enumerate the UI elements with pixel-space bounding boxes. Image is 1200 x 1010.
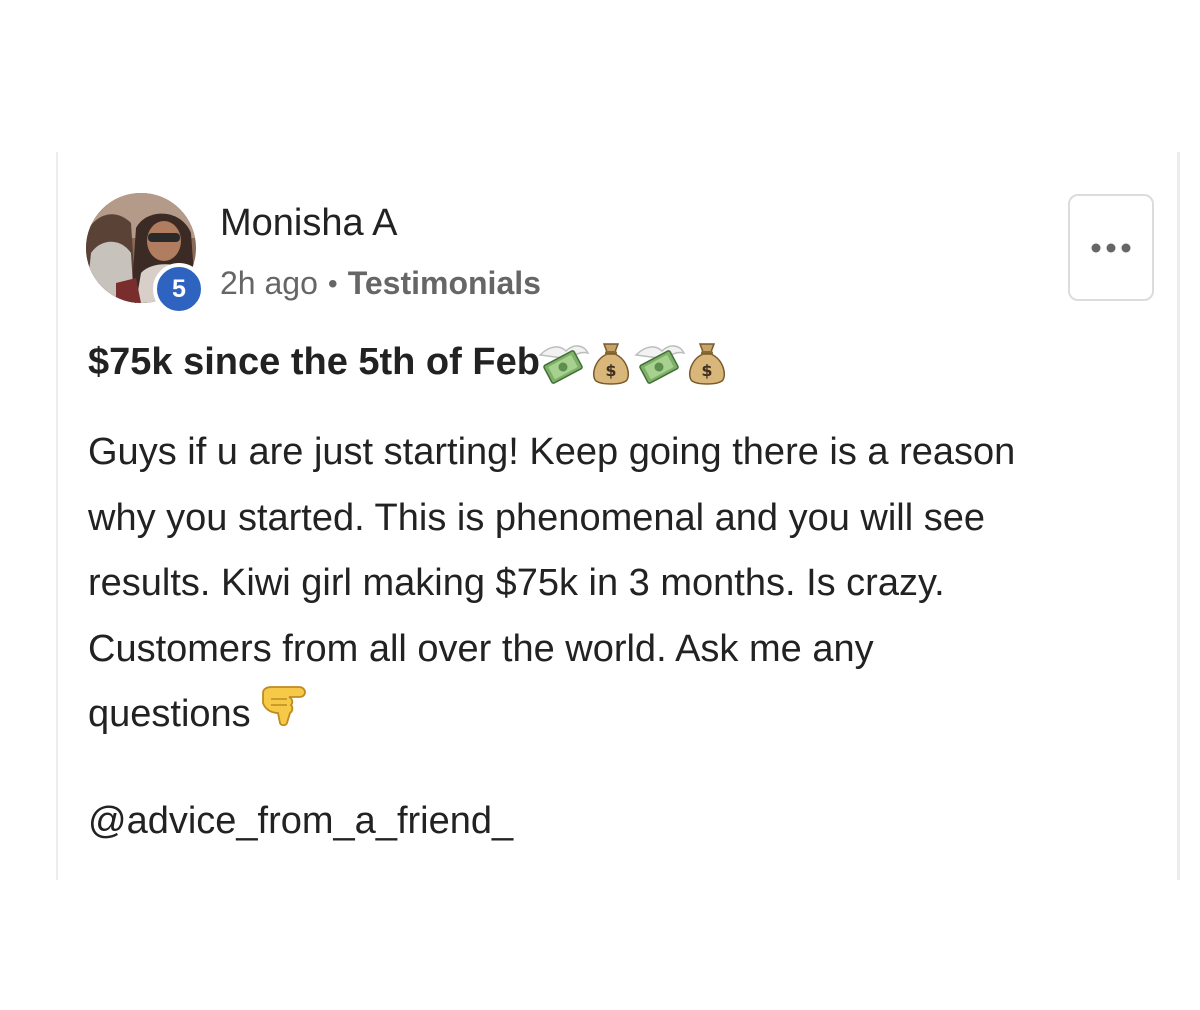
body-line-last: questions — [88, 682, 1168, 749]
mention-link[interactable]: @advice_from_a_friend_ — [88, 800, 513, 843]
title-emojis: $ $ — [536, 338, 728, 386]
money-bag-icon: $ — [688, 343, 725, 385]
post-title-text: $75k since the 5th of Feb — [88, 340, 540, 383]
body-line: Guys if u are just starting! Keep going … — [88, 431, 1016, 473]
body-line: why you started. This is phenomenal and … — [88, 496, 986, 539]
level-badge: 5 — [153, 263, 205, 315]
post-category[interactable]: Testimonials — [348, 265, 541, 302]
svg-text:$: $ — [701, 361, 712, 380]
backhand-index-pointing-right-icon — [259, 683, 311, 749]
body-line: Customers from all over the world. Ask m… — [88, 627, 874, 670]
post-meta: 2h ago • Testimonials — [220, 265, 541, 302]
body-line: results. Kiwi girl making $75k in 3 mont… — [88, 562, 945, 604]
money-with-wings-icon — [538, 345, 590, 384]
post-card: 5 Monisha A 2h ago • Testimonials $75k s… — [56, 152, 1180, 880]
money-with-wings-icon — [634, 345, 686, 384]
more-options-button[interactable] — [1068, 194, 1154, 301]
author-name[interactable]: Monisha A — [220, 202, 397, 245]
post-title: $75k since the 5th of Feb $ $ — [88, 338, 728, 386]
post-body: Guys if u are just starting! Keep going … — [88, 420, 1168, 749]
money-bag-icon: $ — [592, 343, 629, 385]
svg-text:$: $ — [605, 361, 616, 380]
post-time: 2h ago — [220, 265, 318, 301]
more-horizontal-icon — [1091, 243, 1131, 252]
body-line: questions — [88, 693, 251, 735]
meta-separator: • — [327, 267, 338, 299]
